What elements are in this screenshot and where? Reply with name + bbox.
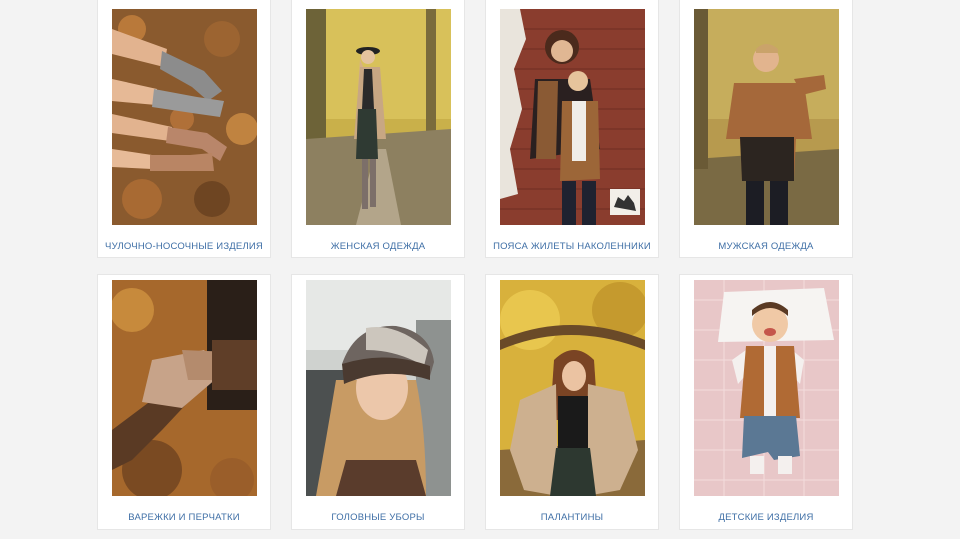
category-label[interactable]: ЖЕНСКАЯ ОДЕЖДА (292, 241, 464, 252)
category-grid: ЧУЛОЧНО-НОСОЧНЫЕ ИЗДЕЛИЯ ЖЕНСКАЯ ОДЕЖДА … (0, 0, 960, 539)
mens-clothing-photo[interactable] (694, 9, 839, 225)
stoles-photo[interactable] (500, 280, 645, 496)
category-card-mittens-gloves[interactable]: ВАРЕЖКИ И ПЕРЧАТКИ (97, 274, 271, 530)
category-card-womens-clothing[interactable]: ЖЕНСКАЯ ОДЕЖДА (291, 0, 465, 258)
category-card-mens-clothing[interactable]: МУЖСКАЯ ОДЕЖДА (679, 0, 853, 258)
category-card-hats[interactable]: ГОЛОВНЫЕ УБОРЫ (291, 274, 465, 530)
category-label[interactable]: ВАРЕЖКИ И ПЕРЧАТКИ (98, 512, 270, 523)
category-label[interactable]: ПАЛАНТИНЫ (486, 512, 658, 523)
hats-photo[interactable] (306, 280, 451, 496)
category-label[interactable]: ГОЛОВНЫЕ УБОРЫ (292, 512, 464, 523)
category-card-kids[interactable]: ДЕТСКИЕ ИЗДЕЛИЯ (679, 274, 853, 530)
category-label[interactable]: МУЖСКАЯ ОДЕЖДА (680, 241, 852, 252)
kids-photo[interactable] (694, 280, 839, 496)
category-label[interactable]: ЧУЛОЧНО-НОСОЧНЫЕ ИЗДЕЛИЯ (98, 241, 270, 252)
category-label[interactable]: ДЕТСКИЕ ИЗДЕЛИЯ (680, 512, 852, 523)
category-card-socks[interactable]: ЧУЛОЧНО-НОСОЧНЫЕ ИЗДЕЛИЯ (97, 0, 271, 258)
category-card-belts-vests-kneepads[interactable]: ПОЯСА ЖИЛЕТЫ НАКОЛЕННИКИ (485, 0, 659, 258)
belts-vests-photo[interactable] (500, 9, 645, 225)
socks-photo[interactable] (112, 9, 257, 225)
mittens-photo[interactable] (112, 280, 257, 496)
category-label[interactable]: ПОЯСА ЖИЛЕТЫ НАКОЛЕННИКИ (486, 241, 658, 252)
category-card-stoles[interactable]: ПАЛАНТИНЫ (485, 274, 659, 530)
womens-clothing-photo[interactable] (306, 9, 451, 225)
